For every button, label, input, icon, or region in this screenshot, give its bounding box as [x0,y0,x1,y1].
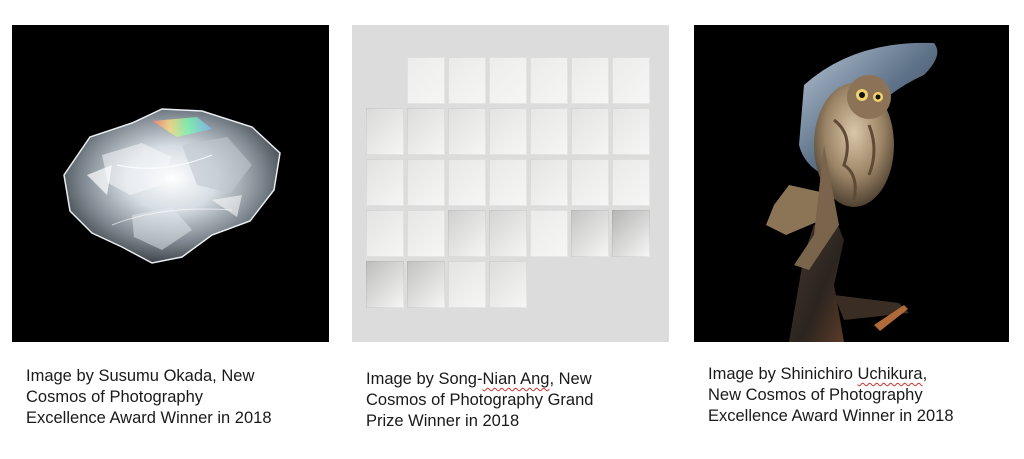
caption-line: Image by Shinichiro Uchikura, [708,364,1008,385]
grid-panel [571,159,609,206]
caption-line: Excellence Award Winner in 2018 [708,407,954,425]
spellcheck-marked-word: Uchikura [857,365,923,383]
caption-text: , [922,365,928,383]
grid-panel [571,57,609,104]
grid-panel [407,210,445,257]
grid-panel [489,159,527,206]
caption-text: Image by Shinichiro [708,365,858,383]
panel-grid-photo [352,25,669,342]
grid-panel [366,108,404,155]
caption-line: New Cosmos of Photography [708,386,923,404]
ice-crystal-illustration [63,108,281,264]
spellcheck-marked-word: Nian Ang [482,370,550,388]
caption-line: Cosmos of Photography [26,388,204,406]
caption-text: Image by Song- [366,370,483,388]
grid-panel [407,159,445,206]
caption-line: Image by Susumu Okada, New [26,367,255,385]
ice-crystal-photo [12,25,329,342]
grid-panel [571,210,609,257]
caption-line: Excellence Award Winner in 2018 [26,409,272,427]
grid-panel [448,261,486,308]
caption-line: Image by Song-Nian Ang, New [366,369,666,390]
grid-panel [530,159,568,206]
grid-panel [612,57,650,104]
grid-panel [448,159,486,206]
caption-text: , New [549,370,592,388]
grid-panel [571,108,609,155]
grid-panel [489,108,527,155]
grid-panel [407,57,445,104]
grid-panel [407,108,445,155]
grid-panel [407,261,445,308]
caption-ang: Image by Song-Nian Ang, New Cosmos of Ph… [366,369,666,432]
caption-line: Cosmos of Photography Grand [366,391,594,409]
grid-panel [366,159,404,206]
grid-panel [366,210,404,257]
caption-uchikura: Image by Shinichiro Uchikura, New Cosmos… [708,364,1008,427]
grid-panel [448,210,486,257]
grid-panel [448,108,486,155]
caption-line: Prize Winner in 2018 [366,412,520,430]
owl-on-branch-illustration [766,42,938,342]
owl-photo [694,25,1009,342]
grid-panel [612,108,650,155]
caption-okada: Image by Susumu Okada, New Cosmos of Pho… [26,366,326,429]
grid-panel [489,261,527,308]
grid-panel [612,210,650,257]
grid-panel [530,210,568,257]
grid-panel [612,159,650,206]
grid-panel [366,261,404,308]
grid-panel [530,57,568,104]
grid-panel [489,210,527,257]
grid-panel [530,108,568,155]
grid-panel [489,57,527,104]
grid-panel [448,57,486,104]
